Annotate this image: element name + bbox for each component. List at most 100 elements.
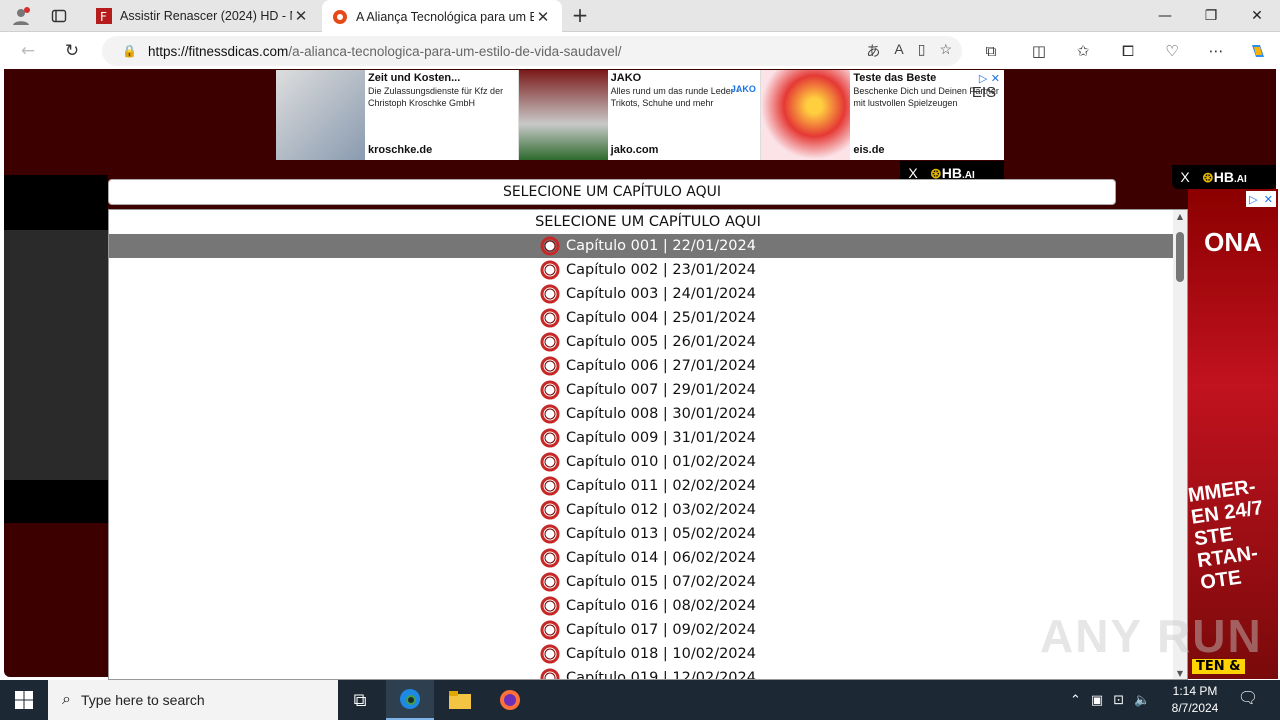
chapter-option-label: Capítulo 004 | 25/01/2024 (566, 310, 756, 326)
chapter-ring-icon (540, 380, 560, 400)
chapter-ring-icon (540, 356, 560, 376)
chapter-option[interactable]: Capítulo 018 | 10/02/2024 (109, 642, 1187, 666)
chapter-select[interactable]: SELECIONE UM CAPÍTULO AQUI (108, 179, 1116, 205)
chapter-option-label: Capítulo 012 | 03/02/2024 (566, 502, 756, 518)
volume-icon[interactable]: 🔈 (1134, 693, 1150, 708)
chapter-option[interactable]: Capítulo 011 | 02/02/2024 (109, 474, 1187, 498)
ad-image (518, 70, 608, 160)
chapter-option[interactable]: Capítulo 010 | 01/02/2024 (109, 450, 1187, 474)
favorite-star-icon[interactable]: ☆ (939, 41, 952, 61)
chapter-ring-icon (540, 452, 560, 472)
chapter-option[interactable]: Capítulo 005 | 26/01/2024 (109, 330, 1187, 354)
chapter-option-label: Capítulo 019 | 12/02/2024 (566, 670, 756, 680)
scroll-up-icon[interactable]: ▲ (1173, 210, 1187, 224)
minimize-icon[interactable]: — (1142, 0, 1188, 32)
ad-unit[interactable]: JAKO Alles rund um das runde Leder - Tri… (518, 70, 762, 160)
collections-icon[interactable]: ⧠ (1115, 38, 1141, 64)
tab-alianca-tecnologica[interactable]: A Aliança Tecnológica para um E ✕ (322, 0, 562, 33)
chapter-option[interactable]: Capítulo 016 | 08/02/2024 (109, 594, 1187, 618)
ad-title[interactable]: Zeit und Kosten... (368, 72, 515, 84)
settings-menu-icon[interactable]: ⋯ (1203, 38, 1229, 64)
favorites-icon[interactable]: ✩ (1070, 38, 1096, 64)
adchoices-icon[interactable]: ▷ ✕ (979, 72, 1000, 85)
chapter-option[interactable]: Capítulo 003 | 24/01/2024 (109, 282, 1187, 306)
chapter-option-label: Capítulo 018 | 10/02/2024 (566, 646, 756, 662)
translate-icon[interactable]: あ (866, 41, 880, 61)
hb-ad-badge[interactable]: X ⊛HB.AI (1172, 165, 1276, 189)
close-icon[interactable]: X (1172, 169, 1198, 185)
chapter-option[interactable]: Capítulo 009 | 31/01/2024 (109, 426, 1187, 450)
taskbar: ⌕ Type here to search ⧉ ⌃ ▣ ⊡ 🔈 1:14 PM … (0, 680, 1280, 720)
chapter-option[interactable]: Capítulo 019 | 12/02/2024 (109, 666, 1187, 680)
chapter-list-header[interactable]: SELECIONE UM CAPÍTULO AQUI (109, 210, 1187, 234)
windows-start-icon[interactable] (0, 680, 48, 720)
hb-logo-suffix: .AI (1233, 173, 1247, 185)
chapter-option-label: Capítulo 009 | 31/01/2024 (566, 430, 756, 446)
close-tab-icon[interactable]: ✕ (534, 8, 552, 26)
tab-assistir-renascer[interactable]: F Assistir Renascer (2024) HD - Nov ✕ (86, 0, 320, 32)
chapter-ring-icon (540, 572, 560, 592)
taskbar-search[interactable]: ⌕ Type here to search (48, 680, 338, 720)
file-explorer-icon[interactable] (436, 680, 484, 720)
chapter-option[interactable]: Capítulo 001 | 22/01/2024 (109, 234, 1187, 258)
system-clock[interactable]: 1:14 PM 8/7/2024 (1164, 683, 1226, 717)
chapter-option[interactable]: Capítulo 007 | 29/01/2024 (109, 378, 1187, 402)
scroll-down-icon[interactable]: ▼ (1173, 667, 1187, 679)
chapter-ring-icon (540, 620, 560, 640)
back-icon[interactable]: ← (12, 37, 44, 65)
chapter-ring-icon (540, 332, 560, 352)
copilot-icon[interactable] (1245, 38, 1271, 64)
tab-strip: F Assistir Renascer (2024) HD - Nov ✕ A … (0, 0, 1280, 33)
chapter-option-label: Capítulo 011 | 02/02/2024 (566, 478, 756, 494)
chapter-option[interactable]: Capítulo 012 | 03/02/2024 (109, 498, 1187, 522)
address-bar[interactable]: 🔒 https://fitnessdicas.com/a-alianca-tec… (102, 36, 962, 66)
chapter-dropdown-list[interactable]: SELECIONE UM CAPÍTULO AQUI Capítulo 001 … (108, 209, 1188, 680)
chapter-ring-icon (540, 500, 560, 520)
meet-now-icon[interactable]: ▣ (1091, 693, 1103, 708)
restore-icon[interactable]: ❐ (1188, 0, 1234, 32)
chapter-option-label: Capítulo 002 | 23/01/2024 (566, 262, 756, 278)
notification-icon[interactable]: 🗨 (1236, 688, 1260, 712)
lock-icon: 🔒 (122, 44, 137, 58)
chapter-option-label: Capítulo 017 | 09/02/2024 (566, 622, 756, 638)
chapter-option[interactable]: Capítulo 004 | 25/01/2024 (109, 306, 1187, 330)
chapter-option[interactable]: Capítulo 008 | 30/01/2024 (109, 402, 1187, 426)
top-ad-banner[interactable]: Zeit und Kosten... Die Zulassungsdienste… (276, 70, 1004, 160)
read-aloud-icon[interactable]: A (894, 41, 903, 61)
edge-browser-icon[interactable] (386, 680, 434, 720)
close-window-icon[interactable]: ✕ (1234, 0, 1280, 32)
chapter-option[interactable]: Capítulo 006 | 27/01/2024 (109, 354, 1187, 378)
chapter-option[interactable]: Capítulo 015 | 07/02/2024 (109, 570, 1187, 594)
close-tab-icon[interactable]: ✕ (292, 7, 310, 25)
split-screen-icon[interactable]: ◫ (1026, 38, 1052, 64)
chapter-option[interactable]: Capítulo 017 | 09/02/2024 (109, 618, 1187, 642)
adchoices-icon[interactable]: ▷ ✕ (1246, 191, 1276, 207)
chapter-ring-icon (540, 596, 560, 616)
ad-image (276, 70, 365, 160)
profile-icon[interactable] (2, 0, 40, 32)
browser-essentials-icon[interactable]: ♡ (1159, 38, 1185, 64)
extensions-icon[interactable]: ⧉ (978, 38, 1004, 64)
network-icon[interactable]: ⊡ (1113, 693, 1124, 708)
search-icon: ⌕ (62, 691, 71, 708)
tab-actions-icon[interactable] (40, 0, 78, 32)
ad-unit[interactable]: Zeit und Kosten... Die Zulassungsdienste… (276, 70, 519, 160)
ad-domain[interactable]: jako.com (611, 144, 659, 156)
scroll-thumb[interactable] (1176, 232, 1184, 282)
firefox-icon[interactable] (486, 680, 534, 720)
address-toolbar: ← ↻ 🔒 https://fitnessdicas.com/a-alianca… (0, 33, 1280, 69)
refresh-icon[interactable]: ↻ (56, 37, 88, 65)
chapter-ring-icon (540, 284, 560, 304)
chapter-option[interactable]: Capítulo 014 | 06/02/2024 (109, 546, 1187, 570)
task-view-icon[interactable]: ⧉ (336, 680, 384, 720)
new-tab-button[interactable]: + (568, 4, 592, 28)
chapter-option[interactable]: Capítulo 013 | 05/02/2024 (109, 522, 1187, 546)
right-side-ad[interactable]: ONA MMER-EN 24/7 STE RTAN-OTE TEN & (1188, 189, 1278, 679)
ad-domain[interactable]: kroschke.de (368, 144, 432, 156)
ad-domain[interactable]: eis.de (853, 144, 884, 156)
ad-unit[interactable]: Teste das Beste Beschenke Dich und Deine… (761, 70, 1004, 160)
show-hidden-icons-icon[interactable]: ⌃ (1070, 693, 1081, 708)
chapter-ring-icon (540, 236, 560, 256)
chapter-option[interactable]: Capítulo 002 | 23/01/2024 (109, 258, 1187, 282)
immersive-reader-icon[interactable]: ▯ (918, 41, 926, 61)
